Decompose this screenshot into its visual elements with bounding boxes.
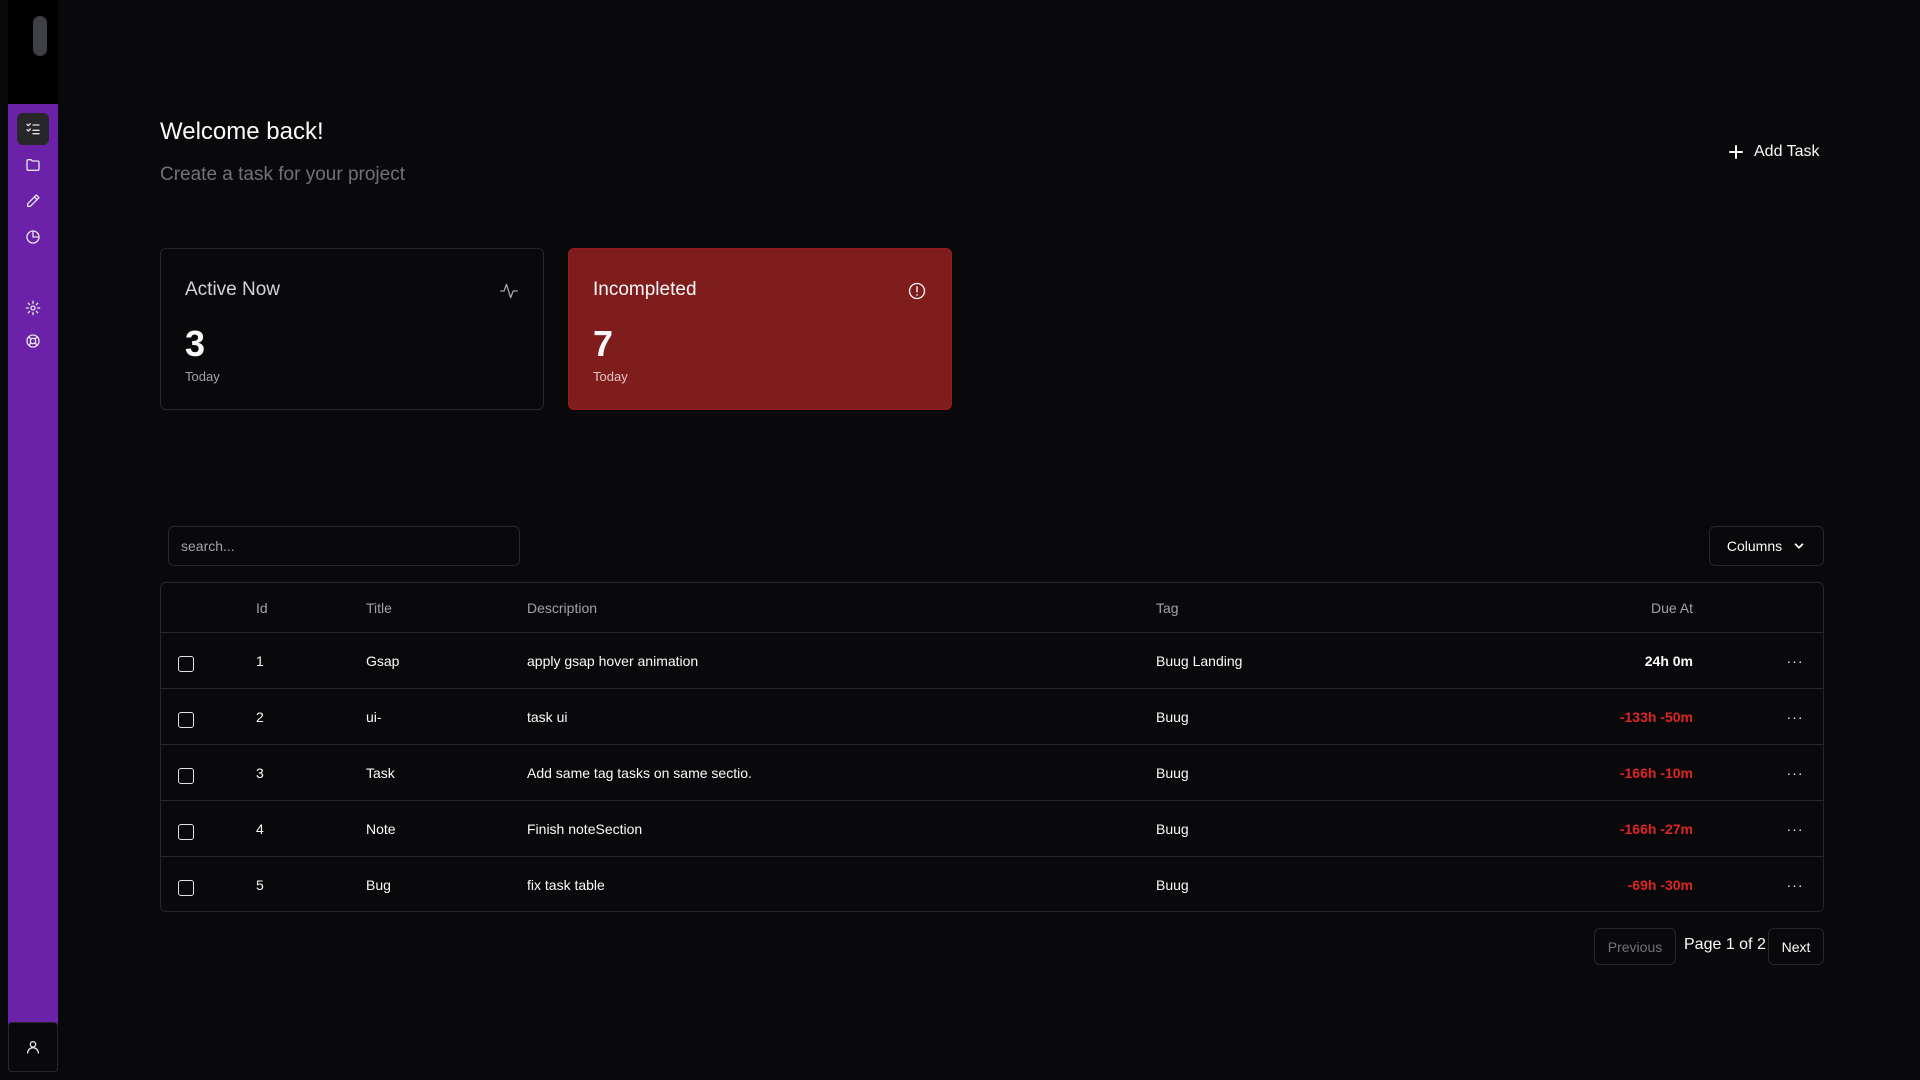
scroll-handle[interactable] <box>33 16 47 56</box>
row-actions-button[interactable]: ··· <box>1783 801 1807 856</box>
pencil-icon <box>27 194 40 207</box>
card-value: 7 <box>593 323 614 364</box>
active-now-card: Active Now 3 Today <box>160 248 544 410</box>
row-actions-button[interactable]: ··· <box>1783 745 1807 800</box>
row-title: Task <box>366 764 395 781</box>
page-subtitle: Create a task for your project <box>160 164 405 185</box>
page-title: Welcome back! <box>160 118 324 145</box>
page-indicator: Page 1 of 2 <box>1684 936 1766 953</box>
sidebar-header <box>8 0 58 104</box>
row-tag: Buug <box>1156 764 1189 781</box>
row-description: Add same tag tasks on same sectio. <box>527 764 752 781</box>
sidebar-item-notes[interactable] <box>17 185 49 217</box>
row-checkbox[interactable] <box>178 767 194 784</box>
next-page-button[interactable]: Next <box>1768 928 1824 965</box>
sidebar-item-projects[interactable] <box>17 149 49 181</box>
header-due-at[interactable]: Due At <box>1651 583 1693 632</box>
header-title[interactable]: Title <box>366 583 392 632</box>
row-title: Note <box>366 820 396 837</box>
columns-dropdown-button[interactable]: Columns <box>1709 526 1824 566</box>
card-title: Active Now <box>185 279 281 300</box>
header-id[interactable]: Id <box>256 583 268 632</box>
row-description: Finish noteSection <box>527 820 643 837</box>
table-row[interactable]: 2 ui- task ui Buug -133h -50m ··· <box>161 688 1823 744</box>
sidebar <box>8 0 58 1072</box>
table-row[interactable]: 5 Bug fix task table Buug -69h -30m ··· <box>161 856 1823 912</box>
tasks-table: Id Title Description Tag Due At 1 Gsap a… <box>160 582 1824 912</box>
row-id: 5 <box>256 876 264 893</box>
add-task-label: Add Task <box>1754 143 1820 160</box>
row-id: 3 <box>256 764 264 781</box>
row-checkbox[interactable] <box>178 879 194 896</box>
sidebar-item-help[interactable] <box>17 325 49 357</box>
sidebar-item-analytics[interactable] <box>17 221 49 253</box>
sidebar-item-tasks[interactable] <box>17 113 49 145</box>
alert-circle-icon <box>907 281 927 301</box>
card-subtext: Today <box>185 369 220 384</box>
row-checkbox[interactable] <box>178 655 194 672</box>
pie-chart-icon <box>26 230 40 244</box>
add-task-button[interactable]: Add Task <box>1728 138 1820 166</box>
chevron-down-icon <box>1794 543 1804 549</box>
row-tag: Buug <box>1156 708 1189 725</box>
row-actions-button[interactable]: ··· <box>1783 633 1807 688</box>
table-row[interactable]: 1 Gsap apply gsap hover animation Buug L… <box>161 632 1823 688</box>
user-profile-button[interactable] <box>8 1022 58 1072</box>
row-title: Bug <box>366 876 391 893</box>
previous-page-button[interactable]: Previous <box>1594 928 1676 965</box>
row-id: 4 <box>256 820 264 837</box>
row-tag: Buug Landing <box>1156 652 1243 669</box>
user-icon <box>27 1041 39 1054</box>
row-tag: Buug <box>1156 820 1189 837</box>
card-subtext: Today <box>593 369 628 384</box>
row-due-at: -133h -50m <box>1619 708 1693 725</box>
row-checkbox[interactable] <box>178 711 194 728</box>
row-due-at: -166h -10m <box>1619 764 1693 781</box>
row-description: task ui <box>527 708 568 725</box>
header-description[interactable]: Description <box>527 583 597 632</box>
row-due-at: 24h 0m <box>1644 652 1693 669</box>
folder-icon <box>26 159 40 171</box>
sidebar-item-settings[interactable] <box>17 292 49 324</box>
row-description: fix task table <box>527 876 605 893</box>
table-row[interactable]: 3 Task Add same tag tasks on same sectio… <box>161 744 1823 800</box>
row-tag: Buug <box>1156 876 1189 893</box>
card-title: Incompleted <box>593 279 697 300</box>
row-id: 2 <box>256 708 264 725</box>
header-tag[interactable]: Tag <box>1156 583 1179 632</box>
row-actions-button[interactable]: ··· <box>1783 857 1807 912</box>
row-actions-button[interactable]: ··· <box>1783 689 1807 744</box>
activity-icon <box>499 281 519 301</box>
incompleted-card: Incompleted 7 Today <box>568 248 952 410</box>
columns-label: Columns <box>1726 538 1783 554</box>
row-due-at: -69h -30m <box>1627 876 1693 893</box>
card-value: 3 <box>185 323 206 364</box>
row-title: Gsap <box>366 652 400 669</box>
settings-icon <box>25 300 41 316</box>
table-header: Id Title Description Tag Due At <box>161 583 1823 632</box>
row-title: ui- <box>366 708 382 725</box>
table-row[interactable]: 4 Note Finish noteSection Buug -166h -27… <box>161 800 1823 856</box>
row-checkbox[interactable] <box>178 823 194 840</box>
search-input[interactable] <box>168 526 520 566</box>
row-description: apply gsap hover animation <box>527 652 699 669</box>
tasks-icon <box>26 123 40 135</box>
help-icon <box>26 334 40 348</box>
row-due-at: -166h -27m <box>1619 820 1693 837</box>
plus-icon <box>1729 145 1743 159</box>
row-id: 1 <box>256 652 264 669</box>
